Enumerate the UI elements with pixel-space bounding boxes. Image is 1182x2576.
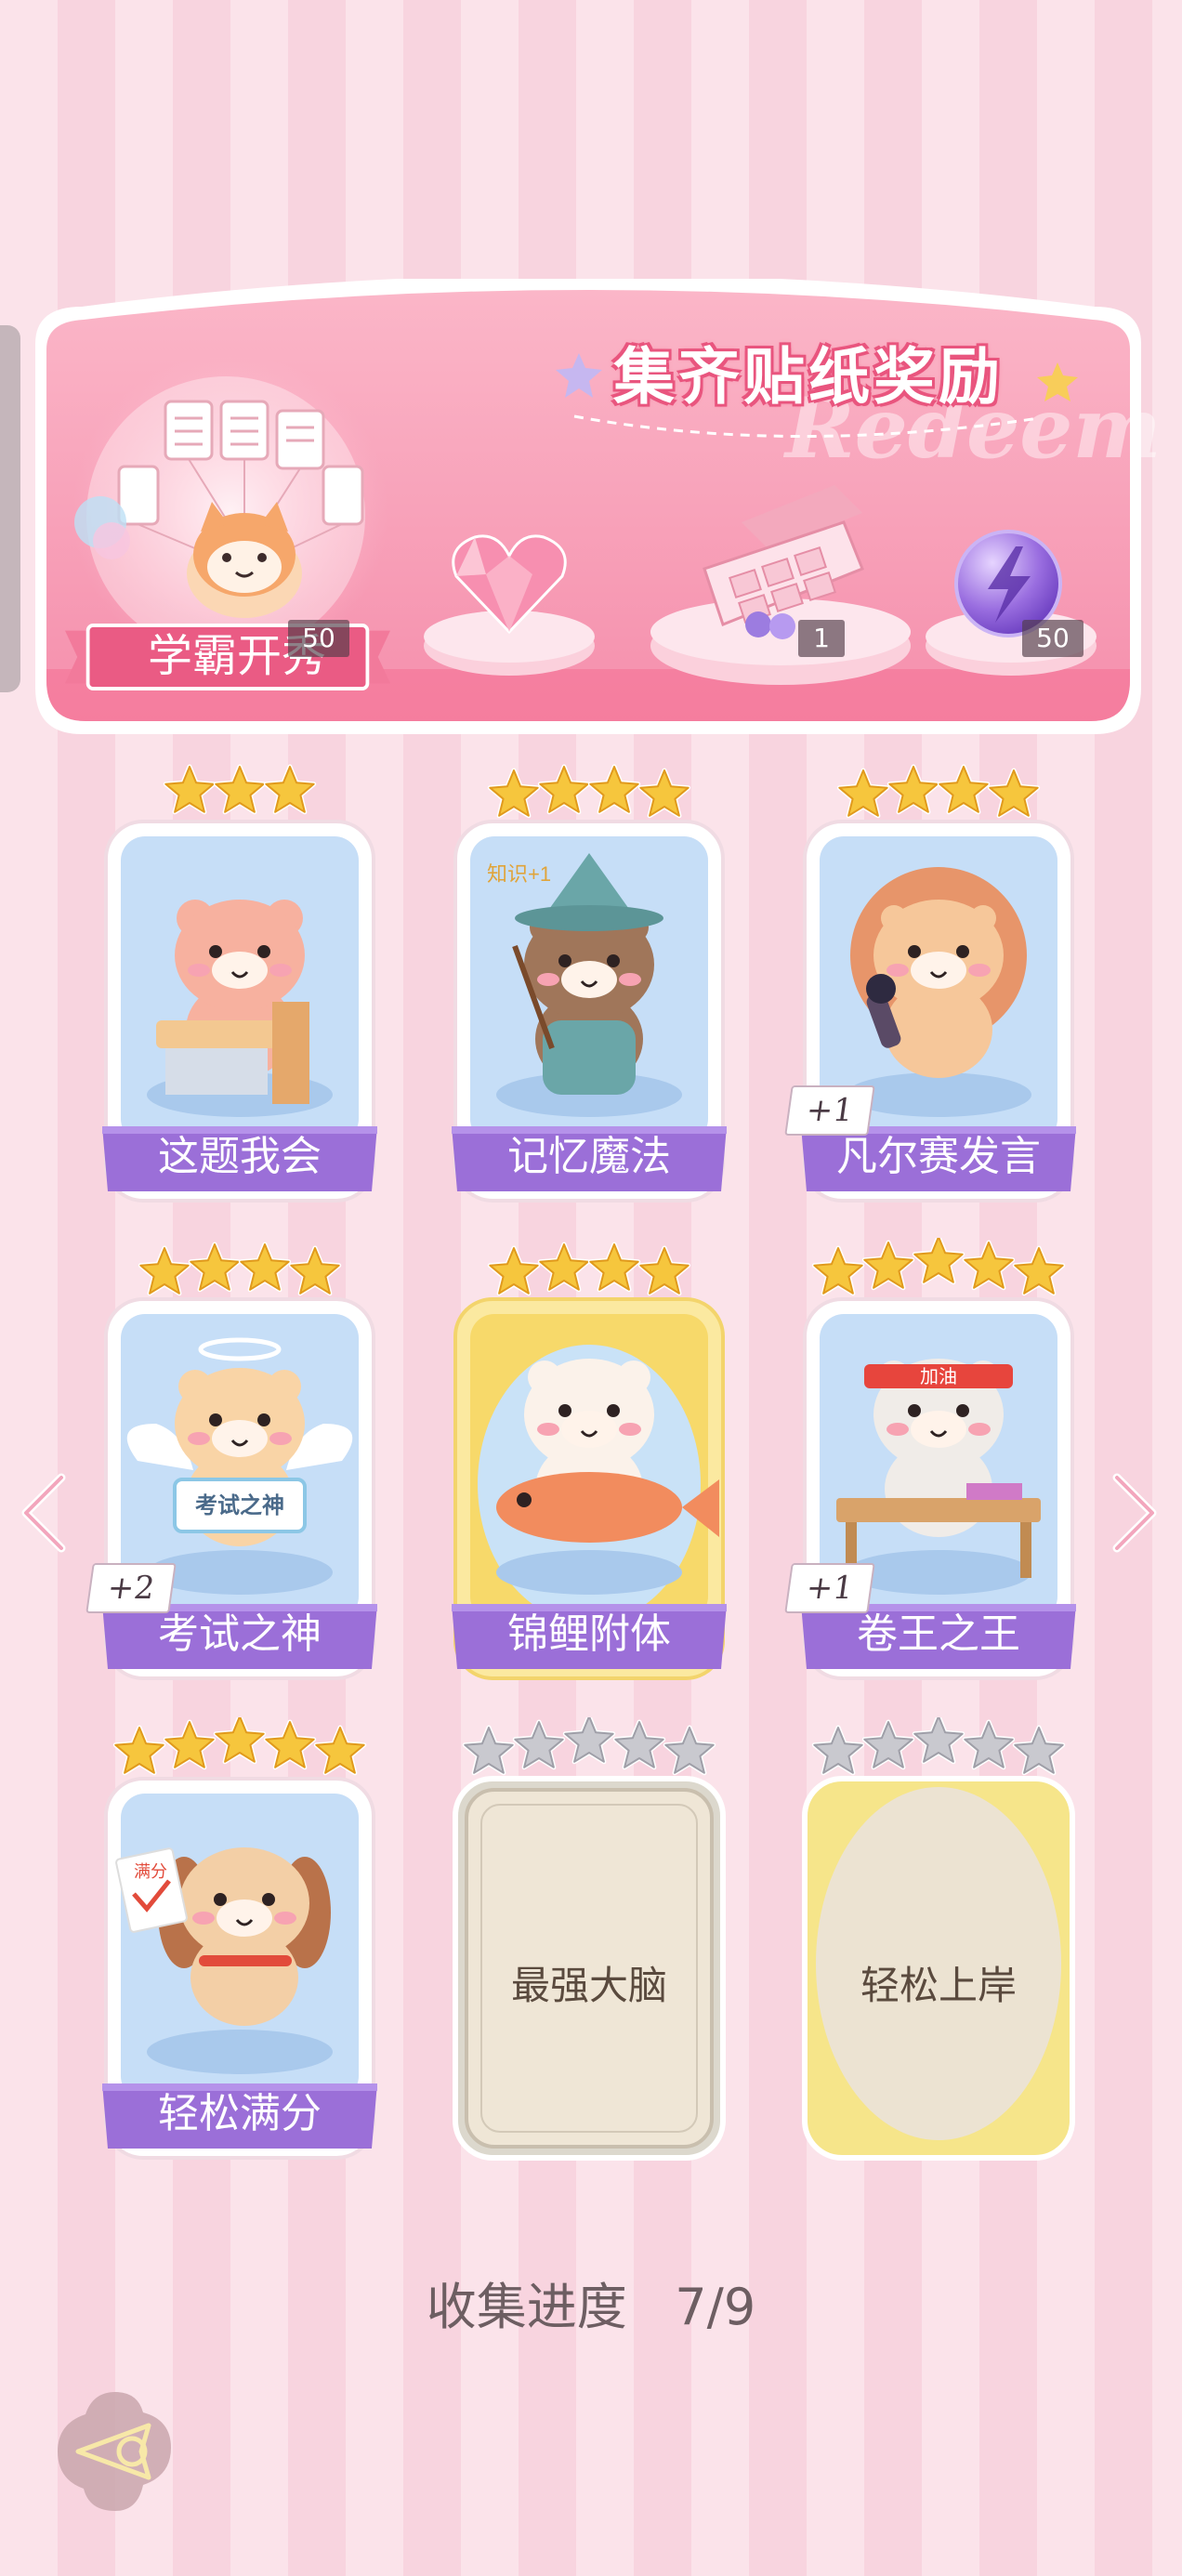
sticker-card[interactable]: 凡尔赛发言 +1 xyxy=(784,764,1078,1206)
sticker-card[interactable]: 最强大脑 xyxy=(450,1717,729,2163)
sticker-card[interactable]: 轻松上岸 xyxy=(799,1717,1078,2163)
sticker-card[interactable]: 这题我会 xyxy=(100,764,379,1206)
xueba-badge-label: 学霸开秀 xyxy=(147,630,326,682)
banner-title: 集齐贴纸奖励 xyxy=(613,340,1004,413)
sticker-card[interactable]: 加油 卷王之王 +1 xyxy=(784,1238,1078,1684)
star-rating xyxy=(811,1238,1066,1296)
sticker-label: 这题我会 xyxy=(158,1133,322,1180)
chevron-left-icon[interactable] xyxy=(17,1466,72,1559)
sticker-art-text: 考试之神 xyxy=(195,1492,284,1518)
collection-progress: 收集进度 7/9 xyxy=(0,2266,1182,2339)
star-rating xyxy=(811,1717,1066,1776)
chevron-right-icon[interactable] xyxy=(1106,1466,1162,1559)
sticker-card[interactable]: 考试之神 考试之神 +2 xyxy=(85,1242,379,1684)
sticker-label: 轻松满分 xyxy=(158,2090,322,2137)
progress-label: 收集进度 xyxy=(426,2278,627,2336)
sticker-card[interactable]: 满分 轻松满分 xyxy=(100,1717,379,2163)
back-button[interactable] xyxy=(52,2388,178,2515)
sticker-card[interactable]: 知识+1 记忆魔法 xyxy=(450,764,729,1206)
sticker-label: 记忆魔法 xyxy=(507,1133,671,1180)
star-rating xyxy=(112,1717,367,1776)
sticker-card[interactable]: 锦鲤附体 xyxy=(450,1242,729,1684)
star-rating xyxy=(138,1242,342,1296)
sticker-art-text: 知识+1 xyxy=(487,862,551,886)
star-rating xyxy=(487,1242,691,1296)
star-rating xyxy=(163,764,317,815)
duplicate-count-badge: +1 xyxy=(784,1563,875,1613)
progress-value: 7/9 xyxy=(675,2278,756,2336)
duplicate-count-badge: +1 xyxy=(784,1085,875,1136)
pink-heart-gem-icon[interactable] xyxy=(449,528,570,639)
cat-with-papers-icon xyxy=(74,400,364,618)
sticker-art-text: 满分 xyxy=(134,1862,167,1881)
star-rating xyxy=(836,764,1041,819)
reward-quantity: 1 xyxy=(798,620,845,657)
gift-box-icon[interactable] xyxy=(686,485,872,643)
reward-quantity: 50 xyxy=(1022,620,1084,657)
sticker-label: 轻松上岸 xyxy=(860,1963,1017,2008)
star-rating xyxy=(487,764,691,819)
star-rating xyxy=(462,1717,716,1776)
sticker-art-text: 加油 xyxy=(920,1366,957,1387)
reward-banner: Redeem 集齐贴纸奖励 学霸开秀 50 1 50 xyxy=(26,279,1162,743)
side-drawer-handle[interactable] xyxy=(0,325,20,692)
sticker-label: 锦鲤附体 xyxy=(507,1610,671,1658)
reward-quantity: 50 xyxy=(288,620,349,657)
sticker-label: 最强大脑 xyxy=(510,1963,667,2008)
duplicate-count-badge: +2 xyxy=(85,1563,177,1613)
